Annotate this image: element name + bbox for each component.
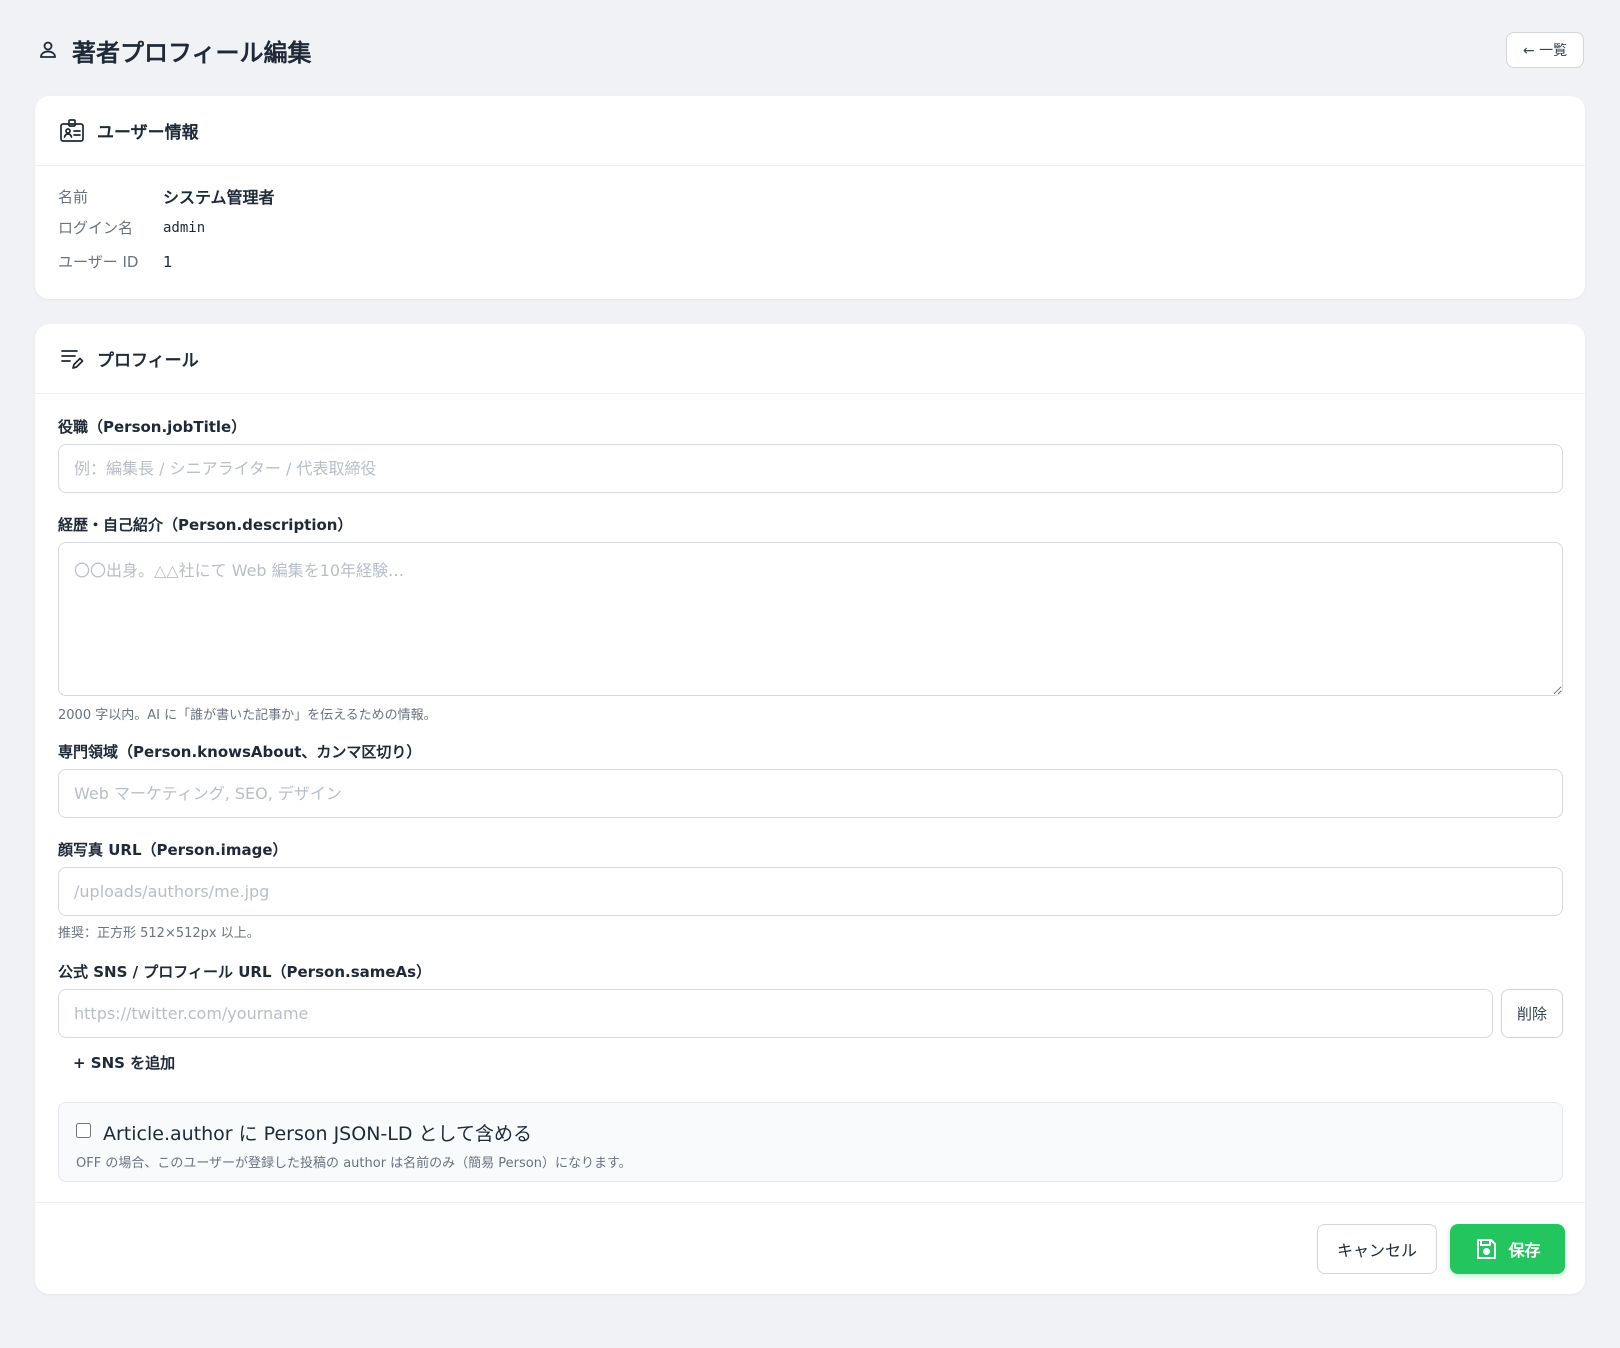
job-title-input[interactable]	[58, 444, 1563, 493]
profile-card: プロフィール 役職（Person.jobTitle） 経歴・自己紹介（Perso…	[35, 324, 1585, 1294]
user-icon	[40, 41, 56, 58]
id-badge-icon	[60, 118, 84, 142]
info-label: ユーザー ID	[58, 253, 139, 271]
info-row-user-id: ユーザー ID 1	[58, 251, 173, 272]
profile-title: プロフィール	[97, 351, 199, 371]
image-url-help: 推奨：正方形 512×512px 以上。	[58, 926, 260, 941]
image-url-input[interactable]	[58, 867, 1563, 916]
delete-sns-button[interactable]: 削除	[1501, 989, 1563, 1038]
info-label: ログイン名	[58, 219, 134, 237]
jsonld-checkbox[interactable]	[76, 1123, 91, 1138]
knows-about-input[interactable]	[58, 769, 1563, 818]
user-info-card: ユーザー情報 名前 システム管理者 ログイン名 admin ユーザー ID 1	[35, 96, 1585, 299]
back-to-list-button[interactable]: ← 一覧	[1506, 32, 1584, 68]
edit-list-icon	[61, 349, 84, 369]
description-label: 経歴・自己紹介（Person.description）	[58, 516, 353, 534]
info-label: 名前	[58, 187, 89, 206]
footer-divider	[35, 1202, 1585, 1203]
user-info-header: ユーザー情報	[35, 96, 1585, 166]
add-sns-button[interactable]: + SNS を追加	[73, 1052, 175, 1073]
save-disk-icon	[1477, 1239, 1497, 1259]
description-help: 2000 字以内。AI に「誰が書いた記事か」を伝えるための情報。	[58, 708, 437, 723]
jsonld-title: Article.author に Person JSON-LD として含める	[103, 1123, 532, 1145]
jsonld-help: OFF の場合、このユーザーが登録した投稿の author は名前のみ（簡易 P…	[76, 1156, 632, 1171]
image-url-label: 顔写真 URL（Person.image）	[58, 841, 288, 859]
info-value-login: admin	[163, 219, 206, 236]
page-header: 著者プロフィール編集 ← 一覧	[36, 30, 1584, 70]
info-value-name: システム管理者	[163, 188, 275, 207]
info-value-user-id: 1	[163, 252, 173, 271]
cancel-button[interactable]: キャンセル	[1317, 1224, 1437, 1274]
info-row-name: 名前 システム管理者	[58, 184, 275, 208]
info-row-login: ログイン名 admin	[58, 217, 205, 238]
sns-url-input[interactable]	[58, 989, 1493, 1038]
knows-about-label: 専門領域（Person.knowsAbout、カンマ区切り）	[58, 743, 422, 761]
profile-header: プロフィール	[35, 324, 1585, 394]
job-title-label: 役職（Person.jobTitle）	[58, 418, 247, 436]
description-textarea[interactable]	[58, 542, 1563, 696]
user-info-title: ユーザー情報	[97, 123, 199, 143]
save-button[interactable]: 保存	[1450, 1224, 1565, 1274]
jsonld-option-box: Article.author に Person JSON-LD として含める O…	[58, 1102, 1563, 1182]
title-wrap: 著者プロフィール編集	[36, 33, 312, 68]
save-button-label: 保存	[1508, 1241, 1541, 1260]
page-title: 著者プロフィール編集	[72, 38, 312, 67]
same-as-label: 公式 SNS / プロフィール URL（Person.sameAs）	[58, 963, 432, 981]
